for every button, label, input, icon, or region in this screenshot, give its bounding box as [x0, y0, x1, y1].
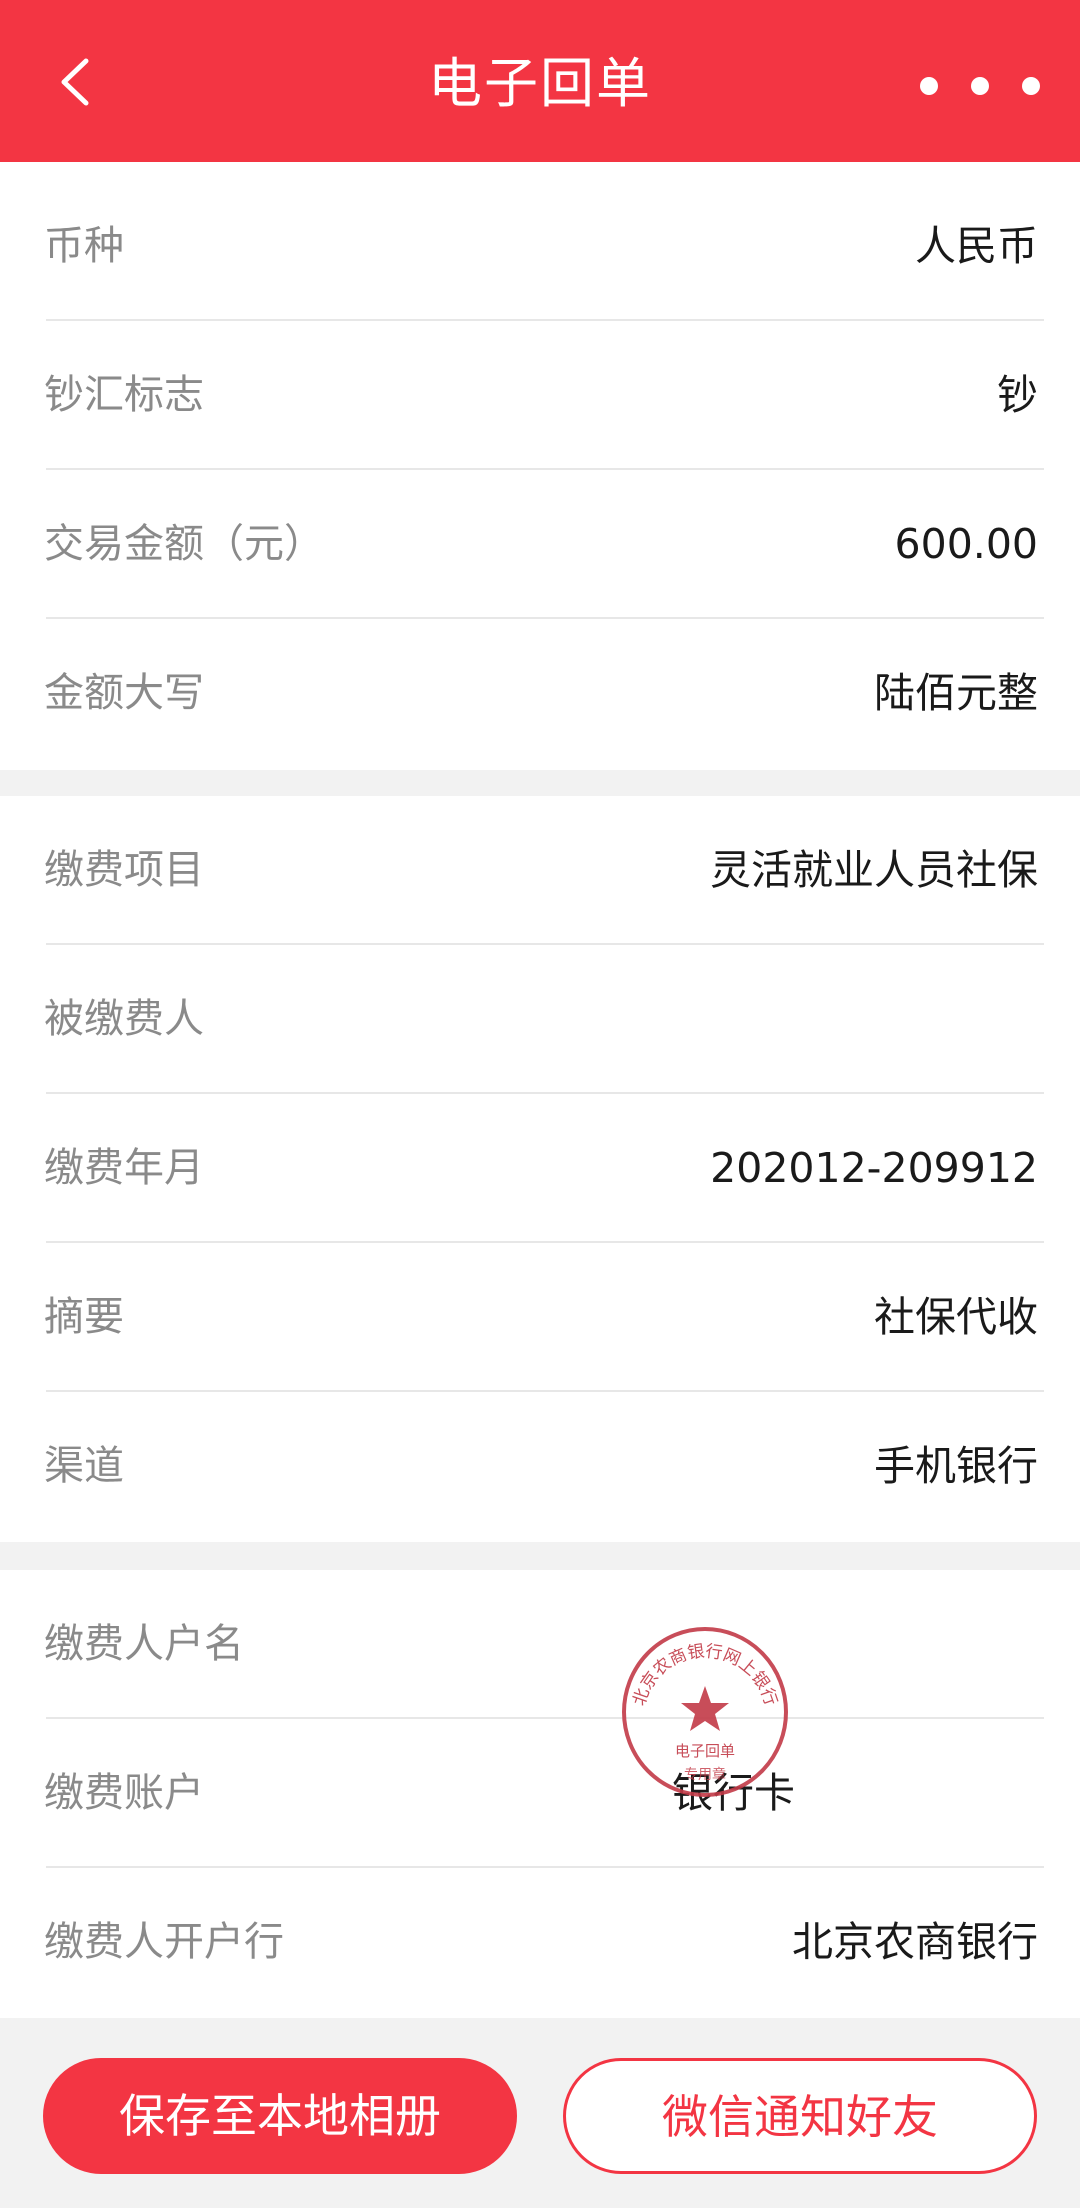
row-label: 缴费人开户行 — [44, 1919, 284, 1965]
seal-stamp-icon: 北京农商银行网上银行 电子回单 专用章 — [622, 1627, 788, 1797]
seal-inner-text: 电子回单 — [675, 1742, 735, 1760]
detail-row-summary: 摘要 社保代收 — [0, 1243, 1080, 1392]
row-value: 600.00 — [894, 520, 1038, 568]
detail-row-period: 缴费年月 202012-209912 — [0, 1094, 1080, 1243]
row-label: 摘要 — [44, 1294, 124, 1340]
row-value: 手机银行 — [874, 1442, 1038, 1490]
wechat-notify-button[interactable]: 微信通知好友 — [563, 2058, 1037, 2174]
detail-row-payer-bank: 缴费人开户行 北京农商银行 — [0, 1868, 1080, 2017]
payment-section: 缴费项目 灵活就业人员社保 被缴费人 缴费年月 202012-209912 摘要… — [0, 796, 1080, 1542]
top-app-bar: 电子回单 — [0, 0, 1080, 162]
more-horizontal-icon — [920, 77, 938, 95]
detail-row-cash-flag: 钞汇标志 钞 — [0, 321, 1080, 470]
row-value: 人民币 — [915, 222, 1038, 270]
page-title: 电子回单 — [428, 52, 652, 115]
row-label: 缴费账户 — [44, 1770, 204, 1816]
row-label: 缴费年月 — [44, 1145, 204, 1191]
row-value: 灵活就业人员社保 — [710, 846, 1038, 894]
seal-bottom-text: 专用章 — [684, 1766, 726, 1783]
save-to-album-button[interactable]: 保存至本地相册 — [43, 2058, 517, 2174]
bottom-action-bar: 保存至本地相册 微信通知好友 — [0, 2018, 1080, 2208]
row-value: 社保代收 — [874, 1293, 1038, 1341]
more-horizontal-icon — [1022, 77, 1040, 95]
row-value: 钞 — [997, 371, 1038, 419]
row-label: 被缴费人 — [44, 996, 204, 1042]
payer-section: 缴费人户名 缴费账户 银行卡 缴费人开户行 北京农商银行 — [0, 1570, 1080, 2018]
row-value: 陆佰元整 — [874, 669, 1038, 717]
row-value: 北京农商银行 — [792, 1918, 1038, 1966]
detail-row-item: 缴费项目 灵活就业人员社保 — [0, 796, 1080, 945]
detail-row-payer-account: 缴费账户 银行卡 — [0, 1719, 1080, 1868]
detail-row-amount-words: 金额大写 陆佰元整 — [0, 619, 1080, 768]
detail-row-channel: 渠道 手机银行 — [0, 1392, 1080, 1541]
row-label: 钞汇标志 — [44, 372, 204, 418]
more-horizontal-icon — [971, 77, 989, 95]
more-menu-button[interactable] — [920, 56, 1040, 116]
detail-row-payee: 被缴费人 — [0, 945, 1080, 1094]
row-label: 币种 — [44, 223, 124, 269]
detail-row-currency: 币种 人民币 — [0, 172, 1080, 321]
row-label: 金额大写 — [44, 670, 204, 716]
row-value: 202012-209912 — [710, 1144, 1038, 1192]
row-label: 渠道 — [44, 1443, 124, 1489]
detail-row-amount: 交易金额（元） 600.00 — [0, 470, 1080, 619]
row-label: 缴费人户名 — [44, 1621, 244, 1667]
row-label: 交易金额（元） — [44, 521, 324, 567]
row-label: 缴费项目 — [44, 847, 204, 893]
amount-section: 币种 人民币 钞汇标志 钞 交易金额（元） 600.00 金额大写 陆佰元整 — [0, 162, 1080, 770]
detail-row-payer-name: 缴费人户名 — [0, 1570, 1080, 1719]
